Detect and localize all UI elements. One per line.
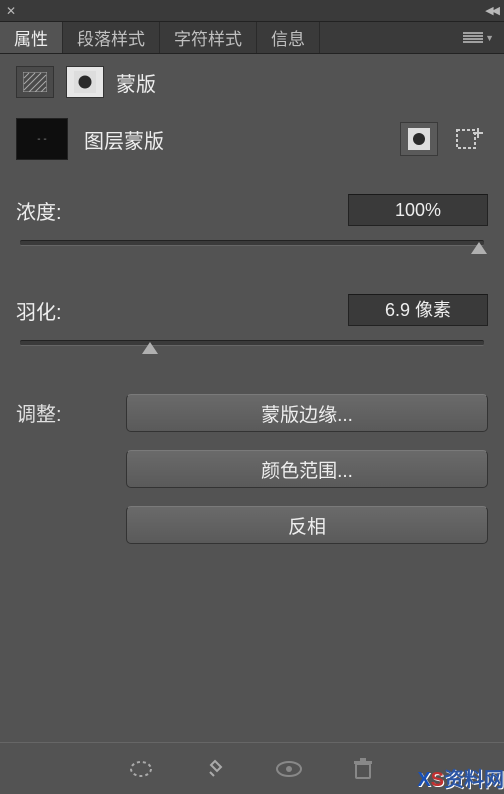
- density-slider[interactable]: [20, 236, 484, 254]
- menu-caret-icon: ▼: [485, 33, 494, 43]
- tab-properties[interactable]: 属性: [0, 22, 63, 53]
- mask-title: 蒙版: [116, 68, 156, 97]
- density-thumb[interactable]: [471, 242, 487, 254]
- feather-track: [20, 340, 484, 346]
- adjust-label: 调整:: [16, 394, 96, 427]
- tab-paragraph-styles[interactable]: 段落样式: [63, 22, 160, 53]
- tab-character-styles[interactable]: 字符样式: [160, 22, 257, 53]
- color-range-button[interactable]: 颜色范围...: [126, 450, 488, 488]
- menu-icon: [463, 32, 483, 44]
- feather-thumb[interactable]: [142, 342, 158, 354]
- mask-thumbnail[interactable]: - -: [16, 118, 68, 160]
- tab-info[interactable]: 信息: [257, 22, 320, 53]
- feather-input[interactable]: 6.9 像素: [348, 294, 488, 326]
- vector-mask-icon[interactable]: [66, 66, 104, 98]
- watermark: XS资料网: [417, 763, 504, 792]
- feather-slider[interactable]: [20, 336, 484, 354]
- panel-titlebar: ✕ ◀◀: [0, 0, 504, 22]
- mask-edge-button[interactable]: 蒙版边缘...: [126, 394, 488, 432]
- panel-menu-button[interactable]: ▼: [463, 32, 494, 44]
- pixel-mask-icon[interactable]: [16, 66, 54, 98]
- tab-bar: 属性 段落样式 字符样式 信息 ▼: [0, 22, 504, 54]
- close-icon[interactable]: ✕: [6, 4, 16, 18]
- panel-footer: XS资料网: [0, 742, 504, 794]
- density-track: [20, 240, 484, 246]
- invert-button[interactable]: 反相: [126, 506, 488, 544]
- collapse-icon[interactable]: ◀◀: [485, 4, 498, 17]
- select-mask-icon[interactable]: [400, 122, 438, 156]
- apply-mask-icon[interactable]: [198, 752, 232, 786]
- density-label: 浓度:: [16, 196, 62, 225]
- feather-label: 羽化:: [16, 296, 62, 325]
- add-mask-icon[interactable]: [450, 122, 488, 156]
- load-selection-icon[interactable]: [124, 752, 158, 786]
- toggle-visibility-icon[interactable]: [272, 752, 306, 786]
- layer-mask-label: 图层蒙版: [84, 125, 164, 154]
- delete-mask-icon[interactable]: [346, 752, 380, 786]
- density-input[interactable]: 100%: [348, 194, 488, 226]
